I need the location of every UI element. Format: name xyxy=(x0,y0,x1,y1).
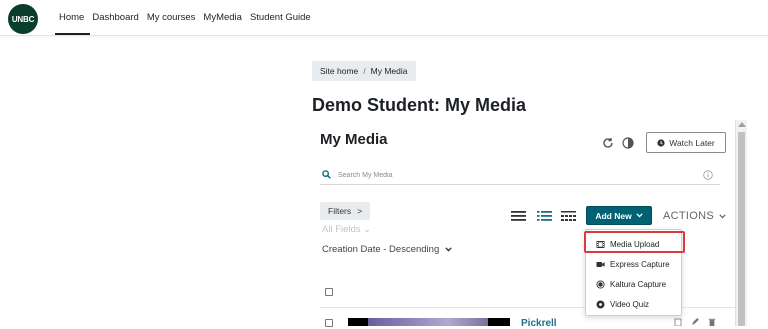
all-fields-label: All Fields xyxy=(322,224,361,235)
entry-thumbnail[interactable] xyxy=(348,318,510,326)
nav-link-my-courses[interactable]: My courses xyxy=(147,12,196,23)
my-media-heading: My Media xyxy=(320,131,388,148)
menu-item-express-capture[interactable]: Express Capture xyxy=(586,254,683,274)
chevron-down-icon xyxy=(719,213,726,218)
sort-select[interactable]: Creation Date - Descending xyxy=(322,244,452,255)
media-upload-highlight xyxy=(584,231,685,253)
logo-text: UNBC xyxy=(11,14,35,24)
nav-link-mymedia[interactable]: MyMedia xyxy=(203,12,242,23)
delete-icon[interactable] xyxy=(708,318,716,326)
download-icon[interactable] xyxy=(674,318,682,326)
scroll-up-arrow-icon[interactable] xyxy=(738,122,746,127)
unbc-logo[interactable]: UNBC xyxy=(8,4,38,34)
info-icon[interactable] xyxy=(703,170,713,180)
search-icon[interactable] xyxy=(322,170,331,179)
menu-item-label: Video Quiz xyxy=(610,299,649,309)
menu-item-kaltura-capture[interactable]: Kaltura Capture xyxy=(586,274,683,294)
grid-view-icon[interactable] xyxy=(561,210,576,222)
filters-label: Filters xyxy=(328,206,352,216)
quiz-icon xyxy=(596,300,605,308)
menu-item-label: Kaltura Capture xyxy=(610,279,667,289)
breadcrumb-my-media[interactable]: My Media xyxy=(371,66,408,76)
panel-scrollbar[interactable] xyxy=(735,120,747,326)
chevron-right-icon: > xyxy=(357,206,363,216)
thumbnail-image xyxy=(368,318,488,326)
actions-dropdown[interactable]: ACTIONS xyxy=(663,210,726,222)
breadcrumb-separator: / xyxy=(363,66,366,76)
watch-later-button[interactable]: Watch Later xyxy=(646,132,726,153)
search-bar xyxy=(320,165,720,185)
menu-item-label: Express Capture xyxy=(610,259,670,269)
filters-button[interactable]: Filters > xyxy=(320,202,371,220)
top-navigation: UNBC Home Dashboard My courses MyMedia S… xyxy=(0,0,768,36)
chevron-down-icon xyxy=(636,213,643,218)
add-new-button[interactable]: Add New xyxy=(586,206,652,225)
select-all-checkbox[interactable] xyxy=(325,288,333,296)
scroll-thumb[interactable] xyxy=(738,132,745,326)
active-nav-indicator xyxy=(55,33,90,35)
chevron-down-icon: ⌄ xyxy=(363,224,372,235)
record-icon xyxy=(596,279,605,289)
clock-icon xyxy=(657,138,665,147)
breadcrumb: Site home / My Media xyxy=(312,61,416,81)
nav-link-student-guide[interactable]: Student Guide xyxy=(250,12,311,23)
sort-label: Creation Date - Descending xyxy=(322,244,440,255)
watch-later-label: Watch Later xyxy=(669,137,715,148)
search-input[interactable] xyxy=(338,168,678,182)
refresh-icon[interactable] xyxy=(602,137,614,149)
list-view-icon[interactable] xyxy=(511,210,526,222)
contrast-icon[interactable] xyxy=(622,137,634,149)
edit-icon[interactable] xyxy=(691,318,699,326)
chevron-down-icon xyxy=(445,247,452,252)
detailed-view-icon[interactable] xyxy=(537,210,552,222)
video-camera-icon xyxy=(596,261,605,267)
nav-link-dashboard[interactable]: Dashboard xyxy=(92,12,138,23)
breadcrumb-site-home[interactable]: Site home xyxy=(320,66,358,76)
entry-title-link[interactable]: Pickrell xyxy=(521,318,557,329)
page-title: Demo Student: My Media xyxy=(312,95,527,115)
all-fields-select[interactable]: All Fields ⌄ xyxy=(322,224,371,235)
menu-item-video-quiz[interactable]: Video Quiz xyxy=(586,294,683,314)
nav-links: Home Dashboard My courses MyMedia Studen… xyxy=(59,12,311,23)
nav-link-home[interactable]: Home xyxy=(59,12,84,23)
actions-label: ACTIONS xyxy=(663,210,714,222)
add-new-label: Add New xyxy=(595,210,632,221)
